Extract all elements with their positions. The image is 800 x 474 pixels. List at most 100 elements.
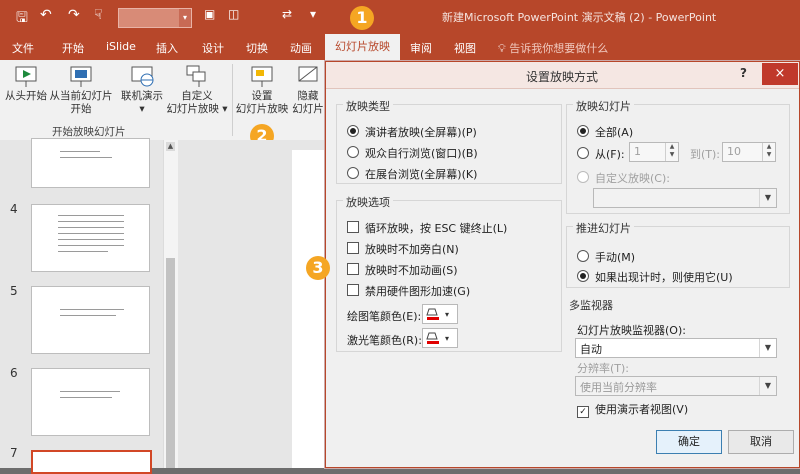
- monitors-legend: 多监视器: [566, 297, 616, 313]
- loop-checkbox[interactable]: 循环放映，按 ESC 键终止(L): [347, 220, 507, 236]
- setup-slideshow-button[interactable]: 设置 幻灯片放映: [234, 64, 290, 116]
- all-slides-radio[interactable]: 全部(A): [577, 124, 633, 140]
- monitor-value: 自动: [580, 343, 602, 356]
- save-icon[interactable]: 🖫: [16, 7, 28, 31]
- loop-label: 循环放映，按 ESC 键终止(L): [365, 222, 508, 235]
- chevron-down-icon: ▼: [759, 339, 776, 357]
- presenter-label: 演讲者放映(全屏幕)(P): [365, 126, 477, 139]
- custom-show-dropdown[interactable]: ▼: [593, 188, 777, 208]
- pen-color-picker[interactable]: ▾: [422, 304, 458, 324]
- tab-slideshow[interactable]: 幻灯片放映: [325, 34, 400, 60]
- tab-review[interactable]: 审阅: [410, 40, 432, 56]
- laser-color-picker[interactable]: ▾: [422, 328, 458, 348]
- to-slide-stepper[interactable]: 10 ▲ ▼: [722, 142, 776, 162]
- shape-icon[interactable]: ◫: [228, 7, 239, 21]
- slide-thumbnail[interactable]: [31, 368, 150, 436]
- slide-thumbnail[interactable]: [31, 286, 150, 354]
- use-timings-label: 如果出现计时，则使用它(U): [595, 271, 733, 284]
- no-animation-checkbox[interactable]: 放映时不加动画(S): [347, 262, 458, 278]
- scrollbar-thumb[interactable]: [166, 258, 175, 468]
- slide-number: 5: [10, 284, 18, 298]
- no-narration-label: 放映时不加旁白(N): [365, 243, 459, 256]
- dialog-title-bar: 设置放映方式 ? ×: [326, 62, 799, 89]
- thumbnail-scrollbar[interactable]: ▲: [163, 140, 178, 468]
- use-timings-radio[interactable]: 如果出现计时，则使用它(U): [577, 269, 733, 285]
- cancel-button[interactable]: 取消: [728, 430, 794, 454]
- paint-bucket-icon: ▾: [426, 332, 449, 344]
- from-slide-stepper[interactable]: 1 ▲ ▼: [629, 142, 679, 162]
- monitor-icon[interactable]: ▣: [204, 7, 215, 21]
- chevron-down-icon: ▾: [179, 9, 191, 27]
- tab-islide[interactable]: iSlide: [106, 40, 136, 53]
- undo-icon[interactable]: ↶: [40, 7, 52, 23]
- customize-qat-icon[interactable]: ▾: [310, 7, 316, 21]
- no-narration-checkbox[interactable]: 放映时不加旁白(N): [347, 241, 459, 257]
- from-beginning-button[interactable]: 从头开始: [4, 64, 48, 103]
- tab-transitions[interactable]: 切换: [246, 40, 268, 56]
- checkbox-icon: [347, 263, 359, 275]
- custom-show-button[interactable]: 自定义 幻灯片放映 ▾: [164, 64, 230, 116]
- hide-slide-button[interactable]: 隐藏 幻灯片: [290, 64, 326, 116]
- checkbox-icon: [347, 242, 359, 254]
- from-beginning-label: 从头开始: [5, 90, 47, 102]
- setup-show-dialog: 设置放映方式 ? × 放映类型 演讲者放映(全屏幕)(P) 观众自行浏览(窗口)…: [325, 61, 800, 468]
- tab-insert[interactable]: 插入: [156, 40, 178, 56]
- checkmark-icon: ✓: [577, 406, 589, 418]
- present-online-button[interactable]: 联机演示 ▾: [118, 64, 166, 116]
- group-divider: [232, 64, 233, 136]
- present-online-label: 联机演示 ▾: [121, 90, 163, 115]
- touch-mode-icon[interactable]: ☟: [94, 7, 103, 23]
- tell-me-search[interactable]: 💡︎ 告诉我你想要做什么: [498, 40, 608, 56]
- quick-access-combo[interactable]: ▾: [118, 8, 192, 28]
- tab-animations[interactable]: 动画: [290, 40, 312, 56]
- presenter-view-checkbox[interactable]: ✓ 使用演示者视图(V): [577, 401, 688, 418]
- stepper-arrows-icon[interactable]: ▲ ▼: [762, 143, 775, 161]
- redo-icon[interactable]: ↷: [68, 7, 80, 23]
- resolution-dropdown[interactable]: 使用当前分辨率 ▼: [575, 376, 777, 396]
- disable-hw-accel-label: 禁用硬件图形加速(G): [365, 285, 471, 298]
- help-icon[interactable]: ?: [740, 66, 747, 80]
- resolution-value: 使用当前分辨率: [580, 381, 657, 394]
- no-animation-label: 放映时不加动画(S): [365, 264, 458, 277]
- to-slide-value: 10: [727, 145, 741, 158]
- sync-icon[interactable]: ⇄: [282, 7, 292, 21]
- show-slides-legend: 放映幻灯片: [573, 98, 634, 114]
- radio-selected-icon: [347, 125, 359, 137]
- from-radio[interactable]: 从(F):: [577, 146, 625, 162]
- svg-text:▾: ▾: [445, 334, 449, 343]
- close-button[interactable]: ×: [762, 63, 798, 85]
- paint-bucket-icon: ▾: [426, 308, 449, 320]
- ok-button[interactable]: 确定: [656, 430, 722, 454]
- monitor-label: 幻灯片放映监视器(O):: [577, 324, 686, 337]
- document-title: 新建Microsoft PowerPoint 演示文稿 (2) - PowerP…: [442, 11, 717, 24]
- monitor-dropdown[interactable]: 自动 ▼: [575, 338, 777, 358]
- slide-thumbnail[interactable]: [31, 138, 150, 188]
- hide-slide-icon: [298, 66, 318, 82]
- slide-thumbnail-selected[interactable]: [31, 450, 152, 474]
- title-bar: 🖫 ↶ ↷ ☟ ▾ ▣ ◫ ⇄ ▾ 新建Microsoft PowerPoint…: [0, 0, 800, 34]
- from-current-button[interactable]: 从当前幻灯片 开始: [48, 64, 114, 116]
- laser-color-label: 激光笔颜色(R):: [347, 334, 422, 347]
- presenter-radio[interactable]: 演讲者放映(全屏幕)(P): [347, 124, 477, 140]
- chevron-down-icon: ▼: [759, 377, 776, 395]
- radio-icon: [347, 146, 359, 158]
- custom-show-radio[interactable]: 自定义放映(C):: [577, 170, 670, 186]
- slideshow-current-icon: [70, 66, 92, 87]
- stepper-arrows-icon[interactable]: ▲ ▼: [665, 143, 678, 161]
- tab-view[interactable]: 视图: [454, 40, 476, 56]
- slide-number: 7: [10, 446, 18, 460]
- browse-window-radio[interactable]: 观众自行浏览(窗口)(B): [347, 145, 478, 161]
- slide-thumbnail[interactable]: [31, 204, 150, 272]
- slide-number: 4: [10, 202, 18, 216]
- all-slides-label: 全部(A): [595, 126, 634, 139]
- manual-radio[interactable]: 手动(M): [577, 249, 635, 265]
- scroll-up-icon[interactable]: ▲: [166, 142, 175, 151]
- tab-file[interactable]: 文件: [12, 40, 34, 56]
- browse-window-label: 观众自行浏览(窗口)(B): [365, 147, 478, 160]
- kiosk-radio[interactable]: 在展台浏览(全屏幕)(K): [347, 166, 477, 182]
- slide-editor: [180, 140, 352, 468]
- tab-home[interactable]: 开始: [62, 40, 84, 56]
- disable-hw-accel-checkbox[interactable]: 禁用硬件图形加速(G): [347, 283, 470, 299]
- show-type-legend: 放映类型: [343, 98, 393, 114]
- tab-design[interactable]: 设计: [202, 40, 224, 56]
